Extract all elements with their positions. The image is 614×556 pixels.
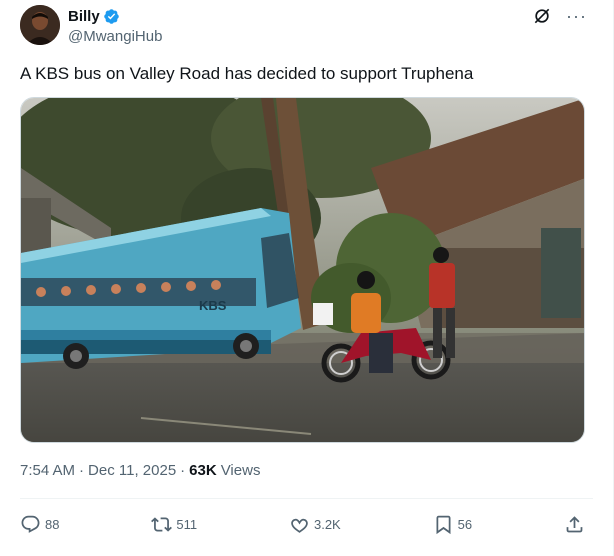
tweet-date[interactable]: Dec 11, 2025 bbox=[88, 462, 176, 479]
tweet-card[interactable]: Billy @MwangiHub ··· A KBS bus on Valley… bbox=[0, 0, 614, 556]
reply-icon bbox=[21, 515, 40, 533]
repost-count: 511 bbox=[176, 516, 198, 532]
like-button[interactable]: 3.2K bbox=[289, 514, 341, 535]
bus-logo-text: KBS bbox=[199, 298, 227, 313]
author-name[interactable]: Billy bbox=[68, 8, 120, 25]
top-actions: ··· bbox=[532, 6, 587, 26]
share-button[interactable] bbox=[564, 514, 585, 535]
bookmark-count: 56 bbox=[457, 516, 473, 532]
reply-count: 88 bbox=[45, 516, 60, 532]
tweet-media[interactable]: KBS bbox=[20, 97, 585, 443]
repost-button[interactable]: 511 bbox=[151, 514, 197, 535]
action-bar: 88 511 3.2K 56 bbox=[20, 510, 585, 538]
views-label: Views bbox=[220, 462, 261, 479]
reply-button[interactable]: 88 bbox=[20, 514, 59, 535]
tweet-text: A KBS bus on Valley Road has decided to … bbox=[20, 64, 474, 83]
media-photo: KBS bbox=[21, 98, 584, 442]
grok-icon[interactable] bbox=[532, 6, 552, 26]
divider bbox=[20, 498, 593, 499]
tweet-meta: 7:54 AM · Dec 11, 2025 · 63K Views bbox=[20, 462, 260, 479]
author-handle[interactable]: @MwangiHub bbox=[68, 28, 162, 45]
meta-separator: · bbox=[180, 462, 186, 479]
author-name-text[interactable]: Billy bbox=[68, 8, 100, 25]
like-icon bbox=[291, 518, 308, 533]
tweet-time[interactable]: 7:54 AM bbox=[20, 462, 75, 479]
bookmark-button[interactable]: 56 bbox=[433, 514, 472, 535]
verified-badge-icon bbox=[103, 9, 119, 24]
views-count: 63K bbox=[189, 462, 217, 479]
avatar[interactable] bbox=[20, 5, 60, 45]
meta-separator: · bbox=[79, 462, 85, 479]
bookmark-icon bbox=[436, 515, 451, 534]
share-icon bbox=[566, 515, 583, 532]
repost-icon bbox=[151, 516, 173, 532]
bus-logo: KBS bbox=[199, 298, 227, 313]
like-count: 3.2K bbox=[313, 516, 341, 532]
more-icon[interactable]: ··· bbox=[566, 7, 587, 25]
